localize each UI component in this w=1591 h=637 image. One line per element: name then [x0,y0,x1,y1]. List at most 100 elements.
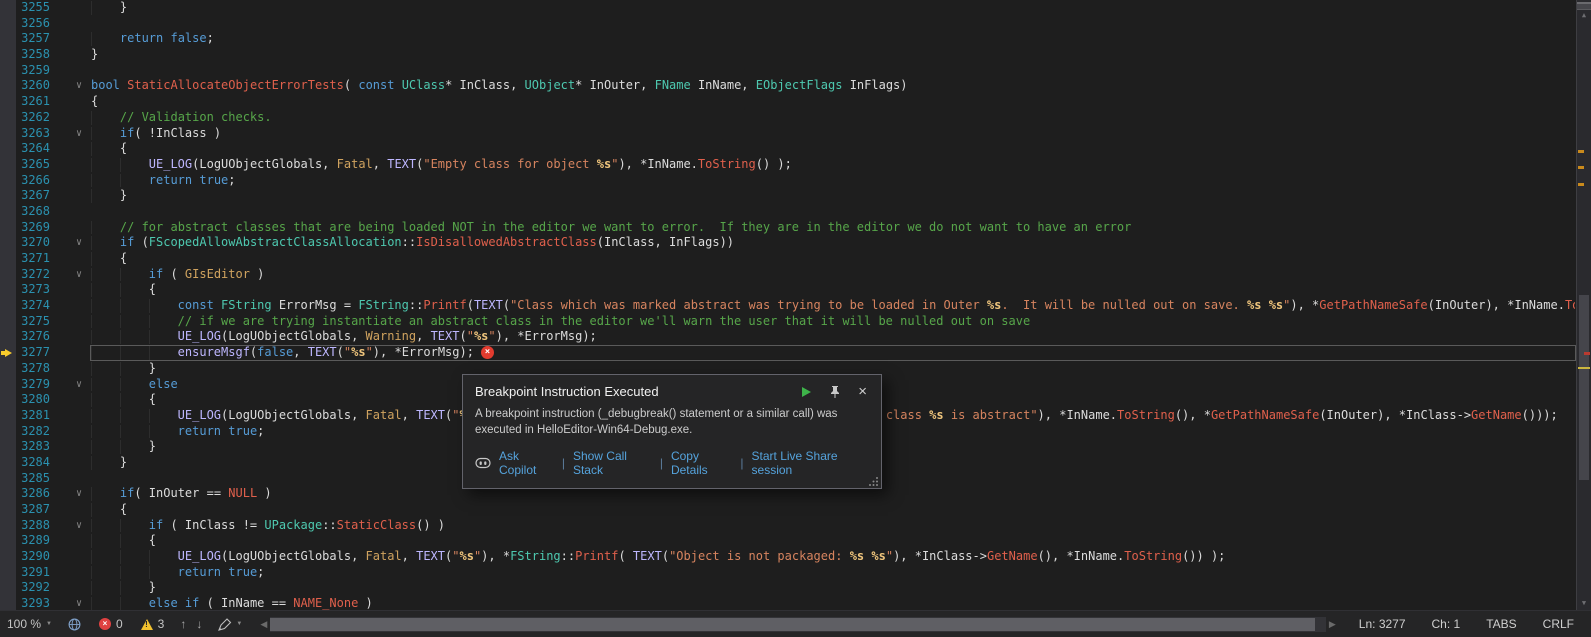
eol-indicator[interactable]: CRLF [1530,617,1587,631]
breakpoint-margin[interactable] [0,314,16,330]
breakpoint-margin[interactable] [0,78,16,94]
breakpoint-margin[interactable] [0,377,16,393]
fold-toggle-icon[interactable]: ∨ [50,486,90,502]
code-line[interactable]: 3277ensureMsgf(false, TEXT("%s"), *Error… [0,345,1576,361]
code-text[interactable]: } [90,580,1576,596]
scrollbar-thumb[interactable] [1579,295,1589,480]
breakpoint-margin[interactable] [0,408,16,424]
code-text[interactable]: return false; [90,31,1576,47]
code-line[interactable]: 3262// Validation checks. [0,110,1576,126]
fold-toggle-icon[interactable]: ∨ [50,126,90,142]
breakpoint-margin[interactable] [0,173,16,189]
code-text[interactable]: if ( GIsEditor ) [90,267,1576,283]
code-line[interactable]: 3276UE_LOG(LogUObjectGlobals, Warning, T… [0,329,1576,345]
code-text[interactable]: // if we are trying instantiate an abstr… [90,314,1576,330]
show-call-stack-link[interactable]: Show Call Stack [573,449,652,477]
breakpoint-margin[interactable] [0,220,16,236]
breakpoint-margin[interactable] [0,267,16,283]
code-cleanup-button[interactable]: ▼ [218,618,242,631]
code-line[interactable]: 3259 [0,63,1576,79]
code-text[interactable]: UE_LOG(LogUObjectGlobals, Warning, TEXT(… [90,329,1576,345]
breakpoint-margin[interactable] [0,345,16,361]
code-text[interactable]: if (FScopedAllowAbstractClassAllocation:… [90,235,1576,251]
code-text[interactable]: { [90,533,1576,549]
breakpoint-margin[interactable] [0,157,16,173]
code-line[interactable]: 3274const FString ErrorMsg = FString::Pr… [0,298,1576,314]
code-text[interactable]: return true; [90,565,1576,581]
code-text[interactable]: // for abstract classes that are being l… [90,220,1576,236]
code-text[interactable]: } [90,47,1576,63]
code-line[interactable]: 3287{ [0,502,1576,518]
vertical-scrollbar[interactable]: ▲ ▼ [1576,0,1591,610]
fold-toggle-icon[interactable]: ∨ [50,596,90,610]
code-text[interactable]: ensureMsgf(false, TEXT("%s"), *ErrorMsg)… [90,345,1576,361]
code-line[interactable]: 3265UE_LOG(LogUObjectGlobals, Fatal, TEX… [0,157,1576,173]
zoom-control[interactable]: 100 % ▼ [0,617,56,631]
breakpoint-margin[interactable] [0,63,16,79]
code-line[interactable]: 3270∨if (FScopedAllowAbstractClassAlloca… [0,235,1576,251]
breakpoint-margin[interactable] [0,392,16,408]
breakpoint-margin[interactable] [0,565,16,581]
start-live-share-link[interactable]: Start Live Share session [752,449,869,477]
breakpoint-margin[interactable] [0,110,16,126]
breakpoint-margin[interactable] [0,251,16,267]
code-line[interactable]: 3258} [0,47,1576,63]
breakpoint-margin[interactable] [0,486,16,502]
code-line[interactable]: 3269// for abstract classes that are bei… [0,220,1576,236]
code-text[interactable]: else if ( InName == NAME_None ) [90,596,1576,610]
breakpoint-margin[interactable] [0,282,16,298]
code-text[interactable]: UE_LOG(LogUObjectGlobals, Fatal, TEXT("E… [90,157,1576,173]
breakpoint-margin[interactable] [0,329,16,345]
code-text[interactable]: } [90,188,1576,204]
breakpoint-margin[interactable] [0,455,16,471]
continue-icon[interactable] [802,387,811,397]
splitter-handle[interactable] [1577,0,1591,10]
code-line[interactable]: 3272∨if ( GIsEditor ) [0,267,1576,283]
code-line[interactable]: 3275// if we are trying instantiate an a… [0,314,1576,330]
breakpoint-margin[interactable] [0,580,16,596]
error-count-badge[interactable]: × 0 [99,617,123,631]
code-text[interactable] [90,16,1576,32]
previous-issue-icon[interactable]: ↑ [180,617,186,631]
fold-toggle-icon[interactable]: ∨ [50,518,90,534]
breakpoint-margin[interactable] [0,518,16,534]
breakpoint-margin[interactable] [0,94,16,110]
scroll-right-icon[interactable]: ▶ [1329,619,1336,630]
code-text[interactable]: } [90,0,1576,16]
code-text[interactable]: UE_LOG(LogUObjectGlobals, Fatal, TEXT("%… [90,549,1576,565]
code-text[interactable]: bool StaticAllocateObjectErrorTests( con… [90,78,1576,94]
close-icon[interactable]: × [858,385,867,399]
breakpoint-margin[interactable] [0,0,16,16]
fold-toggle-icon[interactable]: ∨ [50,377,90,393]
code-text[interactable] [90,63,1576,79]
code-text[interactable]: return true; [90,173,1576,189]
tabs-indicator[interactable]: TABS [1473,617,1529,631]
breakpoint-margin[interactable] [0,31,16,47]
code-line[interactable]: 3291return true; [0,565,1576,581]
breakpoint-margin[interactable] [0,235,16,251]
code-line[interactable]: 3288∨if ( InClass != UPackage::StaticCla… [0,518,1576,534]
code-line[interactable]: 3267} [0,188,1576,204]
resize-grip[interactable] [869,476,879,486]
breakpoint-margin[interactable] [0,188,16,204]
editor-pane[interactable]: 3255}32563257return false;3258}32593260∨… [0,0,1576,610]
code-line[interactable]: 3257return false; [0,31,1576,47]
code-line[interactable]: 3289{ [0,533,1576,549]
code-text[interactable]: const FString ErrorMsg = FString::Printf… [90,298,1576,314]
breakpoint-margin[interactable] [0,502,16,518]
globe-icon[interactable] [68,618,81,631]
code-line[interactable]: 3260∨bool StaticAllocateObjectErrorTests… [0,78,1576,94]
breakpoint-margin[interactable] [0,126,16,142]
scroll-left-icon[interactable]: ◀ [260,619,267,630]
code-text[interactable] [90,204,1576,220]
scroll-down-icon[interactable]: ▼ [1577,598,1591,608]
code-line[interactable]: 3264{ [0,141,1576,157]
code-line[interactable]: 3263∨if( !InClass ) [0,126,1576,142]
fold-toggle-icon[interactable]: ∨ [50,235,90,251]
pin-icon[interactable] [830,385,840,398]
breakpoint-margin[interactable] [0,361,16,377]
code-line[interactable]: 3290UE_LOG(LogUObjectGlobals, Fatal, TEX… [0,549,1576,565]
fold-toggle-icon[interactable]: ∨ [50,267,90,283]
breakpoint-margin[interactable] [0,549,16,565]
code-text[interactable]: { [90,502,1576,518]
